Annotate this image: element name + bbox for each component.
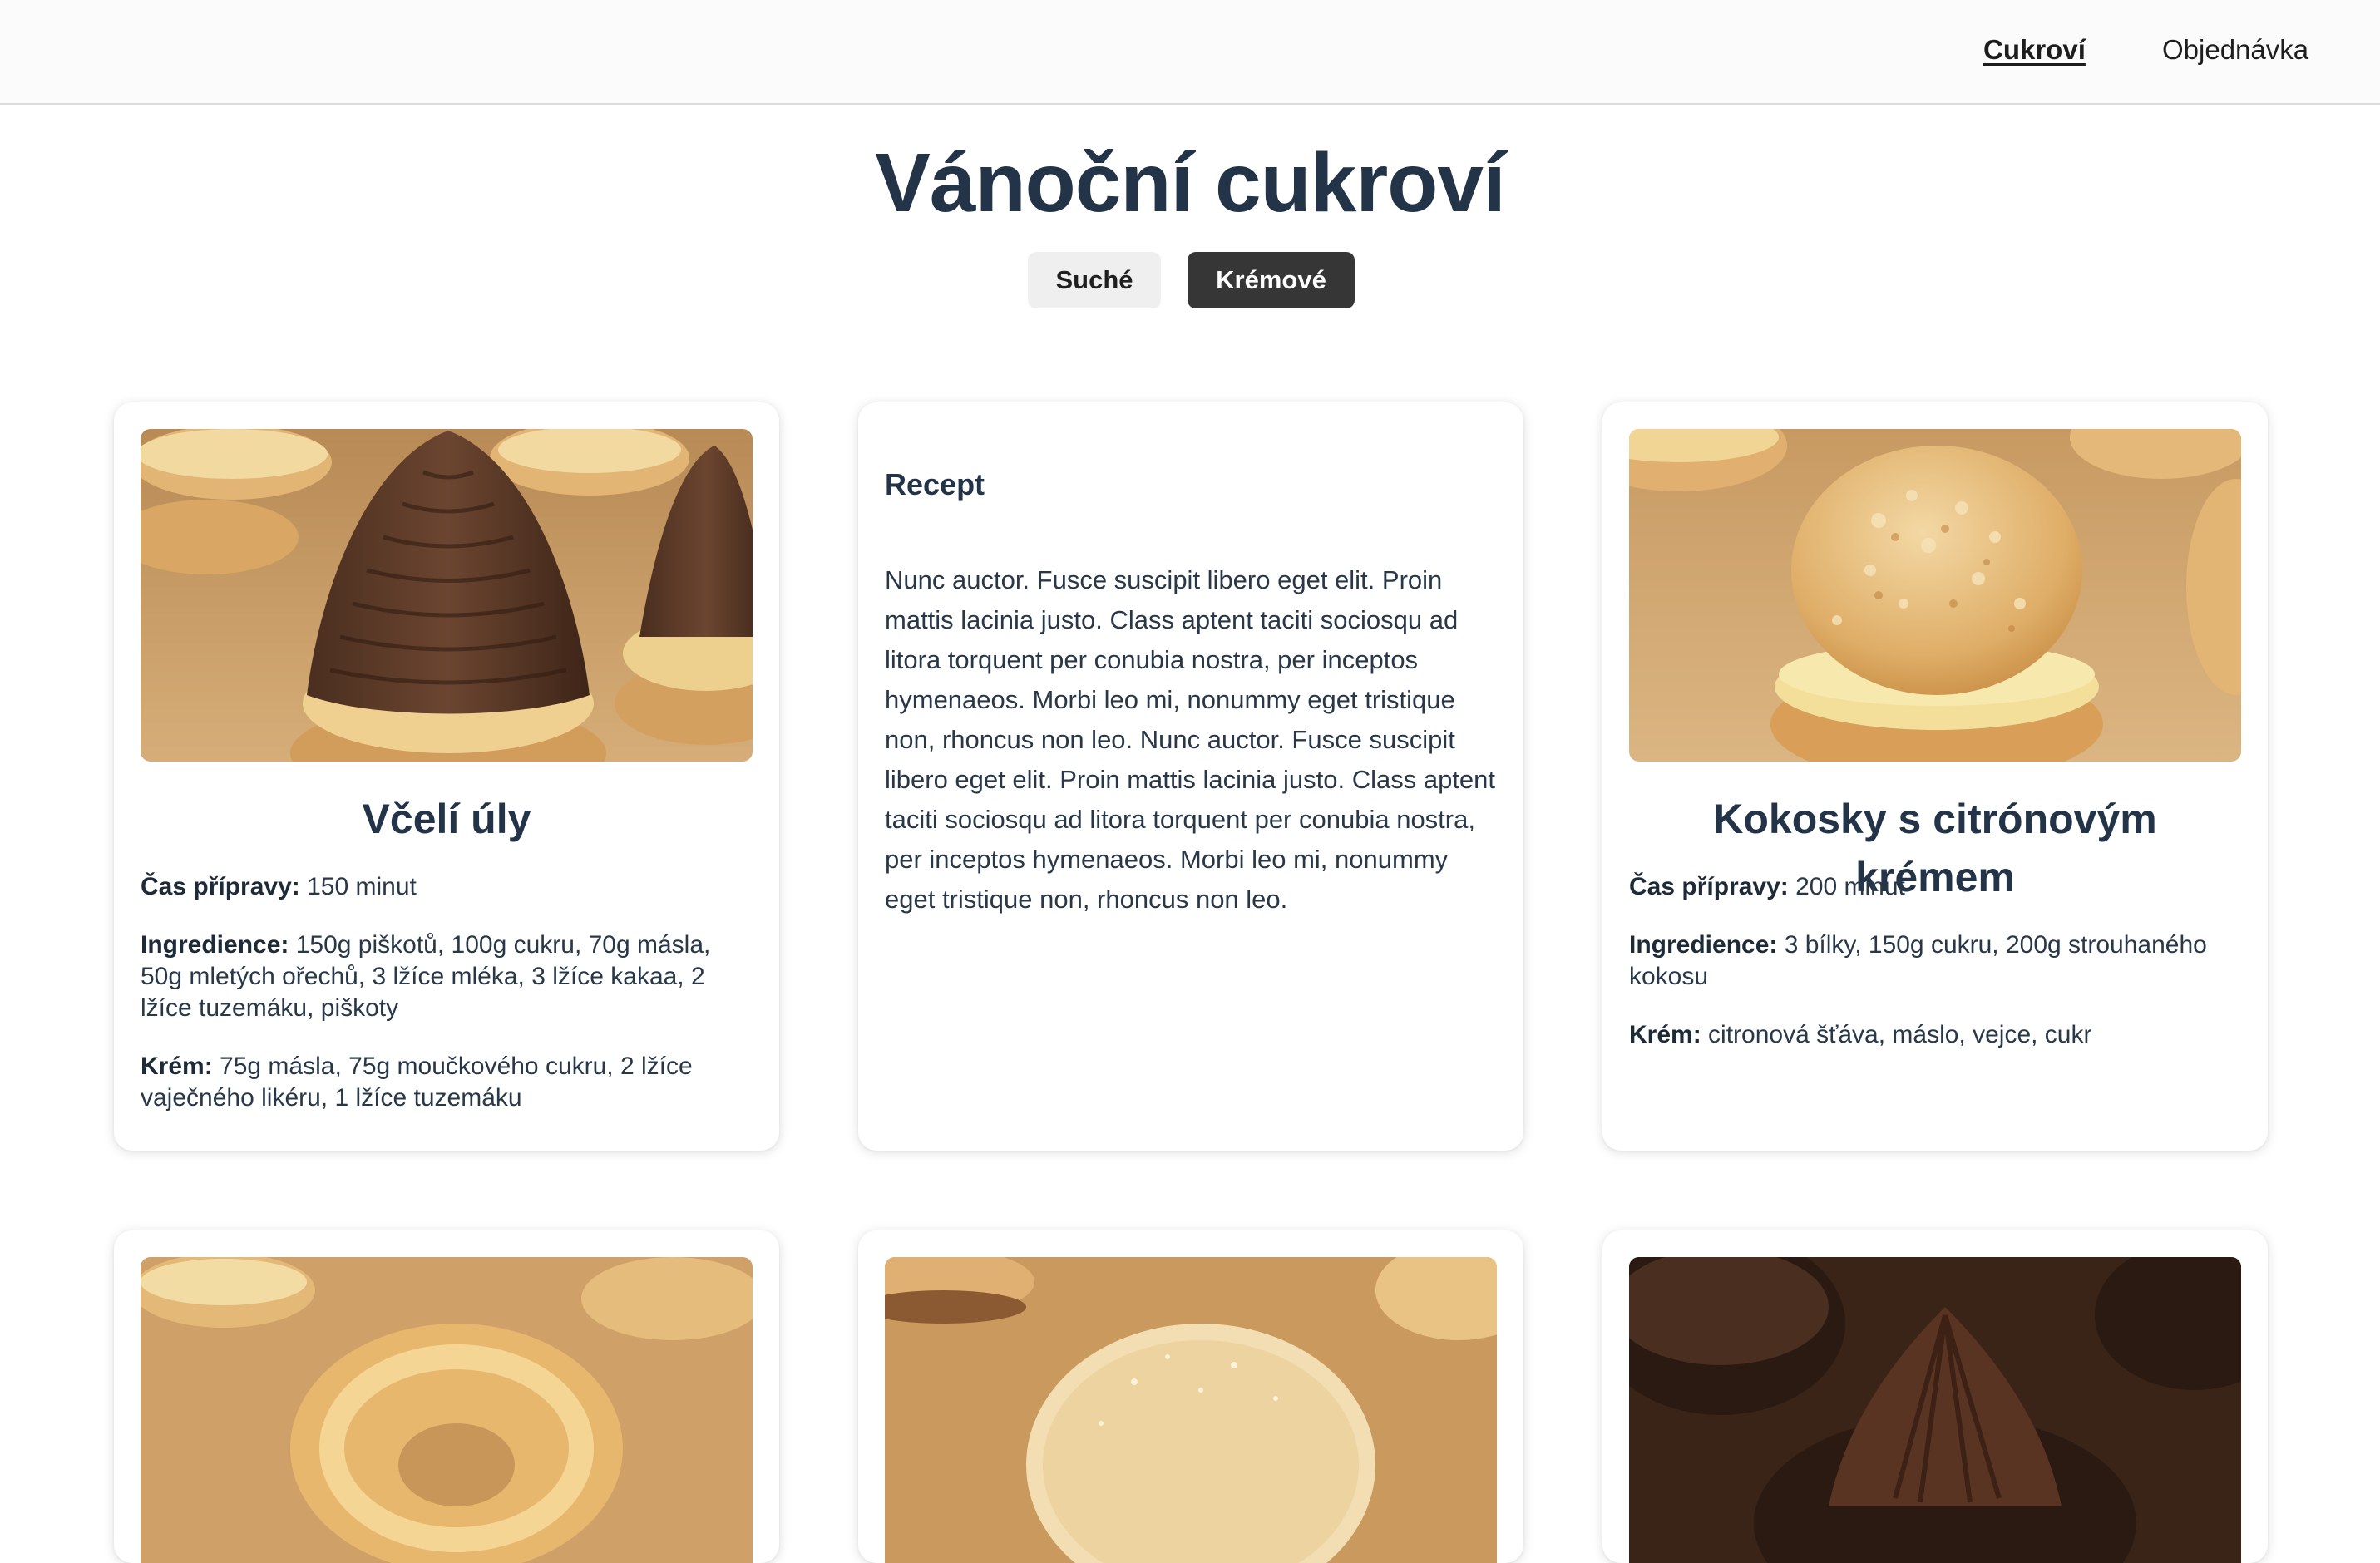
ingredients-row: Ingredience: 3 bílky, 150g cukru, 200g s… [1629,929,2241,993]
cream-label: Krém: [1629,1021,1701,1048]
beehive-cookie-photo [141,429,753,762]
cookie-card-row2-3 [1602,1230,2268,1563]
cream-row: Krém: citronová šťáva, máslo, vejce, cuk… [1629,1019,2241,1051]
cookie-card-kokosky: Kokosky s citrónovým krémem Čas přípravy… [1602,402,2268,1151]
top-nav-bar: Cukroví Objednávka [0,0,2380,105]
prep-time-row: Čas přípravy: 150 minut [141,871,753,903]
ingredients-label: Ingredience: [1629,931,1778,959]
chocolate-cream-tartlet-photo [1629,1257,2241,1563]
prep-time-value: 200 minut [1795,873,1905,900]
nav-link-cukrovi[interactable]: Cukroví [1983,32,2086,68]
ingredients-label: Ingredience: [141,931,289,959]
cream-value: 75g másla, 75g moučkového cukru, 2 lžíce… [141,1053,693,1112]
filter-button-suche[interactable]: Suché [1028,252,1161,308]
cookie-card-row2-2 [858,1230,1523,1563]
cookie-card-vceli-uly: Včelí úly Čas přípravy: 150 minut Ingred… [114,402,779,1151]
cream-row: Krém: 75g másla, 75g moučkového cukru, 2… [141,1051,753,1114]
cream-label: Krém: [141,1053,213,1080]
sugar-donut-cookie-photo [885,1257,1497,1563]
ingredients-row: Ingredience: 150g piškotů, 100g cukru, 7… [141,929,753,1024]
recipe-card: Recept Nunc auctor. Fusce suscipit liber… [858,402,1523,1151]
nav-link-objednavka[interactable]: Objednávka [2162,32,2308,68]
recipe-heading: Recept [885,467,985,501]
recipe-text: Nunc auctor. Fusce suscipit libero eget … [885,565,1496,914]
coconut-macaroon-photo [1629,429,2241,762]
cookie-card-row2-1 [114,1230,779,1563]
prep-time-label: Čas přípravy: [1629,873,1789,900]
cream-value: citronová šťáva, máslo, vejce, cukr [1708,1021,2092,1048]
filter-button-kremove[interactable]: Krémové [1188,252,1355,308]
prep-time-row: Čas přípravy: 200 minut [1629,871,2241,903]
card-title: Včelí úly [362,796,531,842]
prep-time-label: Čas přípravy: [141,873,300,900]
butter-ring-cookie-photo [141,1257,753,1563]
prep-time-value: 150 minut [307,873,417,900]
page-title: Vánoční cukroví [875,136,1505,229]
